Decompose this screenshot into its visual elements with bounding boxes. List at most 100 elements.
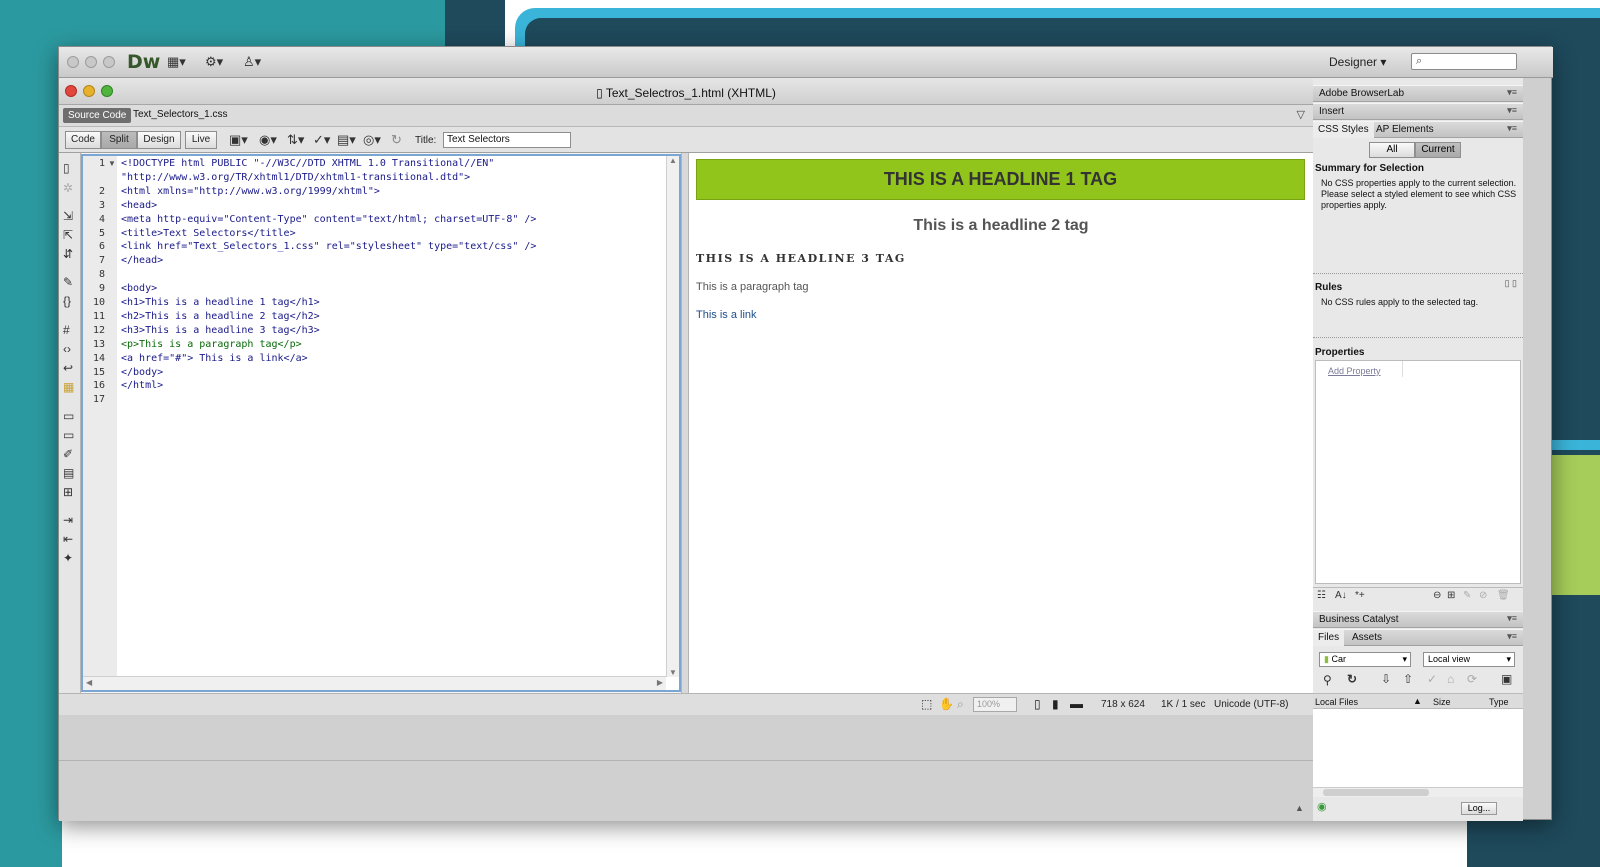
window-size[interactable]: 718 x 624 (1101, 699, 1145, 710)
syntax-coloring-icon[interactable]: ▦ (63, 380, 74, 394)
fold-arrow-icon[interactable]: ▼ (108, 159, 116, 168)
document-title-input[interactable]: Text Selectors (443, 132, 571, 148)
workspace-switcher[interactable]: Designer ▾ (1329, 55, 1386, 69)
code-line[interactable]: <title>Text Selectors</title> (121, 228, 296, 239)
tab-assets[interactable]: Assets (1347, 630, 1387, 646)
rendered-h1[interactable]: THIS IS A HEADLINE 1 TAG (696, 159, 1305, 200)
code-line[interactable]: <p>This is a paragraph tag</p> (121, 339, 302, 350)
collapse-tag-icon[interactable]: ⇲ (63, 209, 73, 223)
expand-arrow-icon[interactable]: ▲ (1295, 803, 1304, 813)
collapse-selection-icon[interactable]: ⇱ (63, 228, 73, 242)
col-local-files[interactable]: Local Files (1315, 697, 1358, 708)
visual-aids-icon[interactable]: ◎▾ (363, 132, 381, 148)
preview-browser-icon[interactable]: ◉▾ (259, 132, 277, 148)
check-out-icon[interactable]: ✓ (1427, 672, 1437, 686)
code-view-button[interactable]: Code (65, 131, 101, 149)
highlight-invalid-code-icon[interactable]: ‹› (63, 342, 71, 356)
code-line[interactable]: <a href="#"> This is a link</a> (121, 353, 308, 364)
site-icon[interactable]: ♙▾ (243, 54, 261, 70)
outdent-code-icon[interactable]: ⇤ (63, 532, 73, 546)
get-files-icon[interactable]: ⇩ (1381, 672, 1391, 686)
code-line[interactable]: </body> (121, 367, 163, 378)
new-css-rule-icon[interactable]: ⊞ (1447, 590, 1455, 601)
multiscreen-icon[interactable]: ▣▾ (229, 132, 248, 148)
rendered-link[interactable]: This is a link (696, 309, 757, 321)
files-list[interactable] (1313, 709, 1523, 787)
code-line[interactable]: </html> (121, 380, 163, 391)
site-select[interactable]: ▮ Car ▾ (1319, 652, 1411, 667)
desktop-size-icon[interactable]: ▬ (1070, 696, 1083, 711)
rules-view-icons[interactable]: ▯ ▯ (1505, 278, 1517, 289)
word-wrap-icon[interactable]: ↩ (63, 361, 73, 375)
help-search-input[interactable]: ⌕ (1411, 53, 1517, 70)
rendered-h2[interactable]: This is a headline 2 tag (689, 217, 1313, 235)
expand-panel-icon[interactable]: ▣ (1501, 672, 1512, 686)
css-file-tab[interactable]: Text_Selectors_1.css (133, 109, 228, 120)
line-numbers-icon[interactable]: # (63, 323, 70, 337)
app-zoom-button[interactable] (103, 56, 115, 68)
scroll-down-arrow-icon[interactable]: ▼ (669, 668, 677, 677)
code-line[interactable]: <meta http-equiv="Content-Type" content=… (121, 214, 536, 225)
code-line[interactable]: <html xmlns="http://www.w3.org/1999/xhtm… (121, 186, 380, 197)
browserlab-panel-header[interactable]: Adobe BrowserLab ▾≡ (1313, 85, 1523, 102)
attach-style-sheet-icon[interactable]: ⊖ (1433, 590, 1441, 601)
move-css-icon[interactable]: ⊞ (63, 485, 73, 499)
zoom-tool-icon[interactable]: ⌕ (957, 697, 964, 712)
zoom-select[interactable]: 100% (973, 697, 1017, 712)
source-code-tab[interactable]: Source Code (63, 108, 132, 123)
code-view[interactable]: 1 ▼ <!DOCTYPE html PUBLIC "-//W3C//DTD XHT… (81, 154, 681, 692)
apply-comment-icon[interactable]: ▭ (63, 409, 74, 423)
set-properties-icon[interactable]: *+ (1355, 590, 1365, 601)
panel-menu-icon[interactable]: ▾≡ (1507, 123, 1517, 134)
code-line[interactable]: <h3>This is a headline 3 tag</h3> (121, 325, 320, 336)
delete-rule-icon[interactable]: 🗑 (1497, 590, 1510, 601)
col-size[interactable]: Size (1433, 697, 1451, 708)
code-line[interactable]: </head> (121, 255, 163, 266)
code-horizontal-scrollbar[interactable]: ◀ ▶ (83, 676, 666, 690)
select-parent-tag-icon[interactable]: ✎ (63, 275, 73, 289)
split-divider[interactable] (681, 153, 689, 693)
panel-menu-icon[interactable]: ▾≡ (1507, 105, 1517, 116)
hand-tool-icon[interactable]: ✋ (939, 697, 954, 711)
live-view-button[interactable]: Live (185, 131, 217, 149)
col-type[interactable]: Type (1489, 697, 1509, 708)
view-select[interactable]: Local view ▾ (1423, 652, 1515, 667)
alphabetical-view-icon[interactable]: A↓ (1335, 590, 1347, 601)
format-source-code-icon[interactable]: ✦ (63, 551, 73, 565)
tab-css-styles[interactable]: CSS Styles (1313, 122, 1374, 138)
code-line[interactable]: "http://www.w3.org/TR/xhtml1/DTD/xhtml1-… (121, 172, 470, 183)
check-in-icon[interactable]: ⌂ (1447, 672, 1454, 686)
tab-files[interactable]: Files (1313, 630, 1345, 646)
file-management-icon[interactable]: ⇅▾ (287, 132, 304, 148)
pane-divider[interactable] (1313, 337, 1523, 339)
sync-icon[interactable]: ⟳ (1467, 672, 1477, 686)
browser-compatibility-icon[interactable]: ▤▾ (337, 132, 356, 148)
panel-menu-icon[interactable]: ▾≡ (1507, 631, 1517, 642)
connect-icon[interactable]: ⚲ (1323, 673, 1332, 687)
expand-all-icon[interactable]: ⇵ (63, 247, 73, 261)
disable-rule-icon[interactable]: ⊘ (1479, 590, 1487, 601)
files-horizontal-scrollbar[interactable] (1313, 787, 1523, 797)
code-line[interactable]: <h2>This is a headline 2 tag</h2> (121, 311, 320, 322)
insert-panel-header[interactable]: Insert ▾≡ (1313, 103, 1523, 120)
code-line[interactable]: <!DOCTYPE html PUBLIC "-//W3C//DTD XHTML… (121, 158, 494, 169)
select-tool-icon[interactable]: ⬚ (921, 697, 932, 711)
open-documents-icon[interactable]: ▯ (63, 161, 70, 175)
layout-icon[interactable]: ▦▾ (167, 54, 186, 70)
log-button[interactable]: Log... (1461, 802, 1497, 815)
code-line[interactable]: <head> (121, 200, 157, 211)
refresh-icon[interactable]: ↻ (1347, 672, 1357, 686)
current-mode-button[interactable]: Current (1415, 142, 1461, 158)
code-line[interactable]: <h1>This is a headline 1 tag</h1> (121, 297, 320, 308)
rendered-h3[interactable]: THIS IS A HEADLINE 3 TAG (696, 252, 906, 265)
phone-size-icon[interactable]: ▯ (1034, 697, 1041, 711)
edit-rule-icon[interactable]: ✎ (1463, 590, 1471, 601)
balance-braces-icon[interactable]: {} (63, 294, 71, 308)
add-property-link[interactable]: Add Property (1328, 366, 1381, 377)
design-view[interactable]: THIS IS A HEADLINE 1 TAG This is a headl… (689, 153, 1313, 693)
tablet-size-icon[interactable]: ▮ (1052, 697, 1059, 711)
recent-snippets-icon[interactable]: ▤ (63, 466, 74, 480)
rendered-paragraph[interactable]: This is a paragraph tag (696, 281, 809, 293)
scroll-up-arrow-icon[interactable]: ▲ (669, 156, 677, 165)
gear-icon[interactable]: ⚙▾ (205, 54, 223, 70)
